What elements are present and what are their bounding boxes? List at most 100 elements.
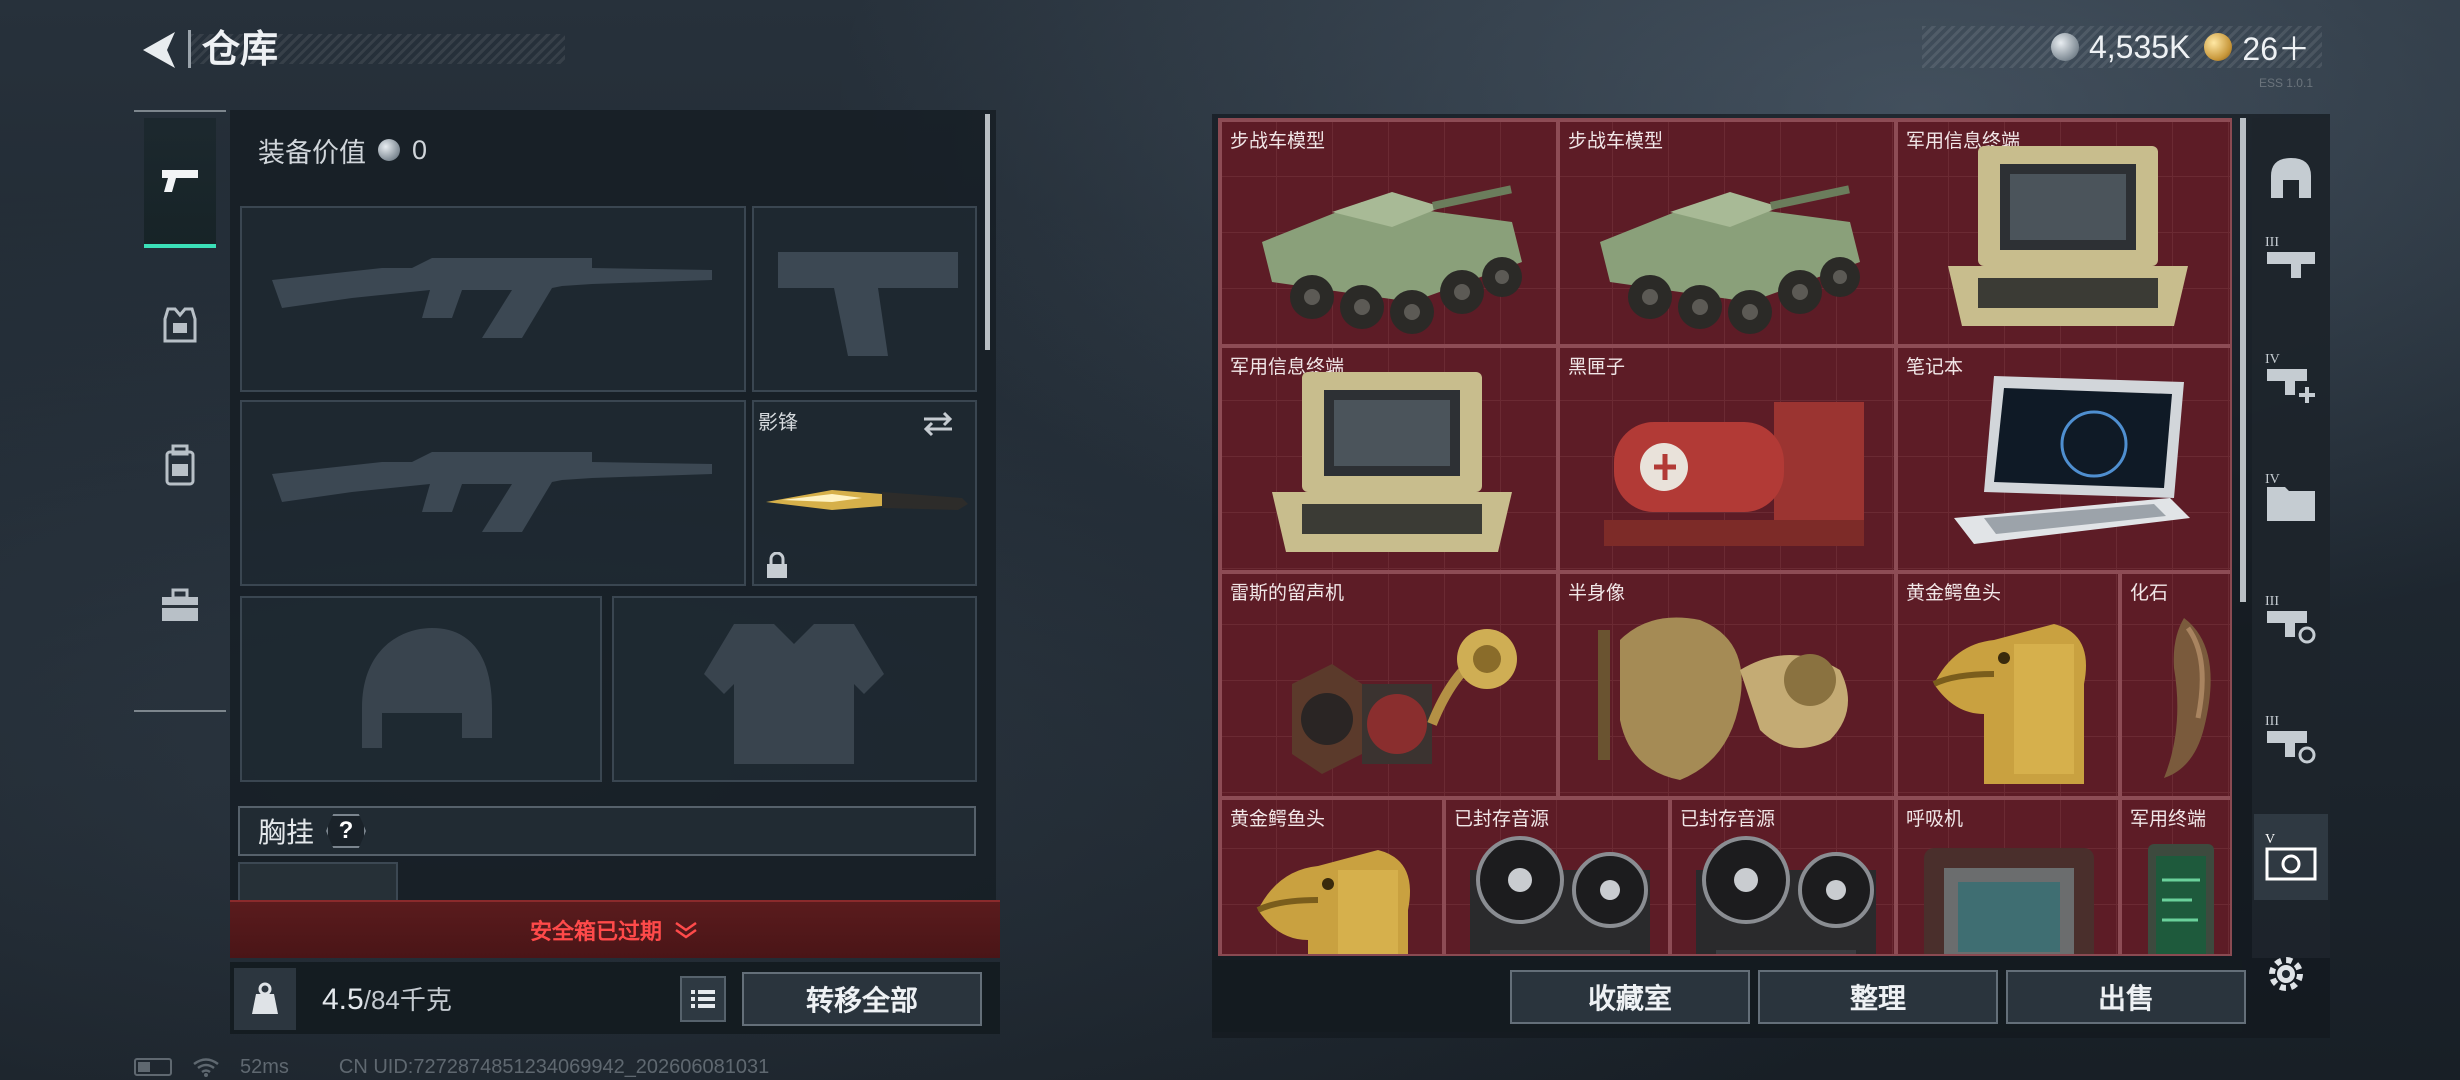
silver-currency[interactable]: 4,535K — [2050, 28, 2191, 66]
inventory-item[interactable]: 黑匣子 — [1558, 346, 1896, 572]
armor-icon — [163, 307, 197, 343]
category-gun-search-tier3[interactable]: III — [2254, 576, 2328, 662]
inventory-item[interactable]: 步战车模型 — [1558, 120, 1896, 346]
sell-button[interactable]: 出售 — [2006, 970, 2246, 1024]
silver-coin-icon — [378, 139, 400, 161]
reel-tape-icon — [1470, 836, 1650, 954]
category-camera[interactable]: V — [2254, 814, 2328, 900]
inventory-item[interactable]: 军用信息终端 — [1220, 346, 1558, 572]
inventory-grid: 步战车模型 步战车模型 军用信息终端 军用信息终端 黑匣子 笔记本 雷斯的留声机… — [1218, 118, 2232, 956]
inventory-item[interactable]: 笔记本 — [1896, 346, 2230, 572]
military-tablet-icon — [2148, 844, 2214, 954]
wifi-icon — [193, 1058, 219, 1077]
melee-name: 影锋 — [758, 412, 798, 434]
fossil-claw-icon — [2164, 618, 2211, 778]
gold-coin-icon — [2204, 33, 2233, 61]
title-divider — [188, 30, 191, 68]
backpack-icon — [165, 444, 195, 486]
equipment-value-label: 装备价值 — [258, 137, 366, 168]
nav-armor[interactable] — [144, 260, 216, 390]
equipment-value-amount: 0 — [412, 134, 428, 165]
organize-button[interactable]: 整理 — [1758, 970, 1998, 1024]
inventory-item[interactable]: 雷斯的留声机 — [1220, 572, 1558, 798]
item-label: 军用终端 — [2130, 809, 2207, 830]
inventory-item[interactable]: 呼吸机 — [1896, 798, 2120, 954]
collection-room-button[interactable]: 收藏室 — [1510, 970, 1750, 1024]
inventory-item[interactable]: 黄金鳄鱼头 — [1896, 572, 2120, 798]
chest-rig-bar[interactable]: 胸挂 ? — [238, 806, 976, 856]
knife-icon — [766, 490, 968, 510]
inventory-item[interactable]: 黄金鳄鱼头 — [1220, 798, 1444, 954]
inventory-item[interactable]: 步战车模型 — [1220, 120, 1558, 346]
item-label: 步战车模型 — [1230, 131, 1326, 152]
safe-box-banner[interactable]: 安全箱已过期 — [230, 900, 1000, 958]
category-folder-tier4[interactable]: IV — [2254, 454, 2328, 540]
vest-silhouette-icon — [704, 624, 884, 764]
primary-weapon-slot-2[interactable] — [240, 400, 746, 586]
pistol-slot[interactable] — [752, 206, 977, 392]
primary-weapon-slot-1[interactable] — [240, 206, 746, 392]
gun-add-tier4-icon: IV — [2265, 352, 2315, 403]
ping-text: 52ms — [240, 1055, 289, 1078]
side-nav — [134, 110, 226, 715]
laptop-icon — [1954, 376, 2190, 544]
lock-icon — [767, 552, 787, 578]
rifle-silhouette-icon — [272, 258, 712, 338]
nav-backpack[interactable] — [144, 400, 216, 530]
nav-toolbox[interactable] — [144, 540, 216, 670]
military-terminal-icon — [1272, 372, 1512, 552]
tier-text: III — [2265, 594, 2279, 609]
category-gun-tier3[interactable]: III — [2254, 214, 2328, 300]
weight-current: 4.5 — [322, 983, 364, 1016]
category-gun-add-tier4[interactable]: IV — [2254, 334, 2328, 420]
help-icon[interactable]: ? — [326, 814, 367, 848]
helmet-silhouette-icon — [362, 628, 492, 748]
tier-text: V — [2265, 832, 2275, 847]
ventilator-icon — [1924, 848, 2094, 954]
back-button[interactable] — [128, 22, 190, 78]
helmet-slot[interactable] — [240, 596, 602, 782]
tier-text: IV — [2265, 352, 2280, 367]
tier-text: III — [2265, 714, 2279, 729]
golden-croc-head-icon — [1256, 850, 1410, 954]
transfer-all-button[interactable]: 转移全部 — [742, 972, 982, 1026]
silver-coin-icon — [2050, 33, 2079, 61]
item-label: 已封存音源 — [1680, 809, 1776, 830]
currency-bar: 4,535K 26＋ — [1922, 26, 2322, 68]
inventory-scrollbar[interactable] — [2240, 118, 2246, 602]
tier-text: III — [2265, 235, 2279, 250]
gun-tier3-icon: III — [2265, 235, 2315, 278]
nav-top-line — [134, 110, 226, 112]
category-armor-locker[interactable] — [2254, 134, 2328, 220]
item-label: 步战车模型 — [1568, 131, 1664, 152]
bust-statue-icon — [1598, 617, 1848, 780]
equipment-scrollbar[interactable] — [985, 114, 990, 350]
swap-icon[interactable] — [920, 410, 956, 438]
category-gun-search-tier3b[interactable]: III — [2254, 696, 2328, 782]
chest-rig-label: 胸挂 — [258, 817, 315, 848]
rifle-silhouette-icon — [272, 452, 712, 532]
gold-currency[interactable]: 26＋ — [2204, 24, 2310, 70]
list-icon — [691, 990, 715, 1008]
item-label: 雷斯的留声机 — [1230, 583, 1345, 604]
inventory-item[interactable]: 军用信息终端 — [1896, 120, 2230, 346]
silver-amount: 4,535K — [2088, 28, 2191, 65]
inventory-item[interactable]: 已封存音源 — [1670, 798, 1896, 954]
item-label: 黑匣子 — [1568, 357, 1626, 378]
vest-slot[interactable] — [612, 596, 977, 782]
inventory-item[interactable]: 军用终端 — [2120, 798, 2230, 954]
inventory-item[interactable]: 半身像 — [1558, 572, 1896, 798]
nav-weapons[interactable] — [144, 118, 216, 248]
list-view-button[interactable] — [680, 976, 726, 1022]
gear-icon[interactable] — [2262, 950, 2310, 998]
inventory-item[interactable]: 已封存音源 — [1444, 798, 1670, 954]
inventory-item[interactable]: 化石 — [2120, 572, 2230, 798]
nav-bottom-line — [134, 710, 226, 712]
gun-search-tier3-icon: III — [2265, 594, 2316, 644]
tier-text: IV — [2265, 472, 2280, 487]
item-label: 已封存音源 — [1454, 809, 1550, 830]
equipment-value: 装备价值 0 — [258, 130, 427, 170]
safe-box-expired-text: 安全箱已过期 — [529, 919, 662, 944]
gramophone-icon — [1292, 629, 1517, 774]
gun-search-tier3b-icon: III — [2265, 714, 2316, 764]
